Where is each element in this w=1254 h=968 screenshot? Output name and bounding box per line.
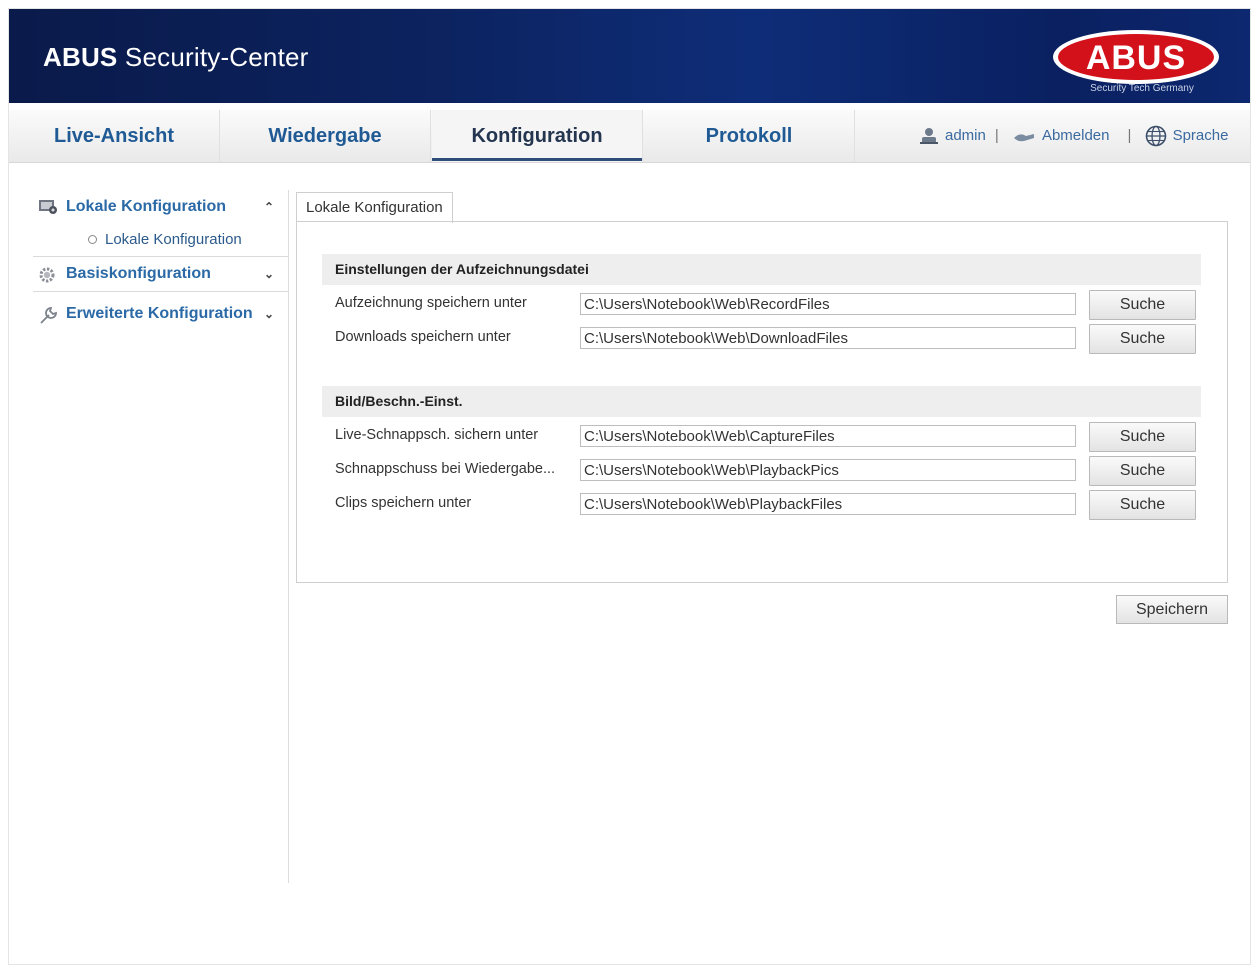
gear-icon	[39, 267, 55, 283]
download-path-input[interactable]	[580, 327, 1076, 349]
wrench-icon	[40, 307, 57, 324]
playback-snapshot-browse-button[interactable]: Suche	[1089, 456, 1196, 486]
abus-logo: ABUS Security Tech Germany	[1053, 30, 1219, 93]
live-snapshot-path-label: Live-Schnappsch. sichern unter	[335, 427, 539, 443]
sidebar: Lokale Konfiguration ⌃ Lokale Konfigurat…	[33, 190, 288, 331]
tab-log[interactable]: Protokoll	[644, 110, 855, 162]
section-record-settings-title: Einstellungen der Aufzeichnungsdatei	[322, 254, 1201, 285]
separator: |	[1127, 127, 1132, 145]
clips-browse-button[interactable]: Suche	[1089, 490, 1196, 520]
live-snapshot-path-input[interactable]	[580, 425, 1076, 447]
playback-snapshot-path-label: Schnappschuss bei Wiedergabe...	[335, 461, 556, 477]
chevron-up-icon[interactable]: ⌃	[264, 190, 274, 224]
record-path-input[interactable]	[580, 293, 1076, 315]
record-browse-button[interactable]: Suche	[1089, 290, 1196, 320]
logout-icon	[1013, 134, 1034, 142]
sidebar-item-local-config[interactable]: Lokale Konfiguration ⌃	[33, 190, 288, 224]
tab-local-config[interactable]: Lokale Konfiguration	[296, 192, 453, 223]
logout-link[interactable]: Abmelden	[1042, 127, 1110, 144]
svg-text:Security Tech Germany: Security Tech Germany	[1090, 83, 1194, 93]
chevron-down-icon[interactable]: ⌄	[264, 297, 274, 331]
user-area: admin | Abmelden | Sprache	[919, 110, 1228, 162]
chevron-down-icon[interactable]: ⌄	[264, 257, 274, 291]
local-config-icon	[39, 200, 57, 214]
separator: |	[994, 127, 999, 145]
clips-path-label: Clips speichern unter	[335, 495, 472, 511]
tab-playback[interactable]: Wiedergabe	[220, 110, 431, 162]
sidebar-item-basic-config[interactable]: Basiskonfiguration ⌄	[33, 257, 288, 292]
download-path-label: Downloads speichern unter	[335, 329, 511, 345]
main-nav: Live-Ansicht Wiedergabe Konfiguration Pr…	[9, 110, 1250, 163]
record-path-label: Aufzeichnung speichern unter	[335, 295, 527, 311]
tab-live-view[interactable]: Live-Ansicht	[9, 110, 220, 162]
username-link[interactable]: admin	[945, 127, 986, 144]
globe-icon	[1145, 125, 1166, 147]
tab-configuration[interactable]: Konfiguration	[432, 110, 643, 162]
bullet-icon	[88, 235, 97, 244]
app-header: ABUS Security-Center ABUS Security Tech …	[9, 9, 1250, 103]
sidebar-subitem-local-config[interactable]: Lokale Konfiguration	[33, 224, 288, 257]
section-capture-settings-title: Bild/Beschn.-Einst.	[322, 386, 1201, 417]
download-browse-button[interactable]: Suche	[1089, 324, 1196, 354]
live-snapshot-browse-button[interactable]: Suche	[1089, 422, 1196, 452]
save-button[interactable]: Speichern	[1116, 595, 1228, 624]
svg-text:ABUS: ABUS	[1086, 39, 1186, 77]
app-title: ABUS Security-Center	[43, 42, 309, 72]
language-link[interactable]: Sprache	[1173, 127, 1229, 144]
user-icon	[920, 128, 938, 145]
clips-path-input[interactable]	[580, 493, 1076, 515]
playback-snapshot-path-input[interactable]	[580, 459, 1076, 481]
sidebar-item-advanced-config[interactable]: Erweiterte Konfiguration ⌄	[33, 297, 288, 331]
sidebar-divider	[288, 190, 289, 883]
